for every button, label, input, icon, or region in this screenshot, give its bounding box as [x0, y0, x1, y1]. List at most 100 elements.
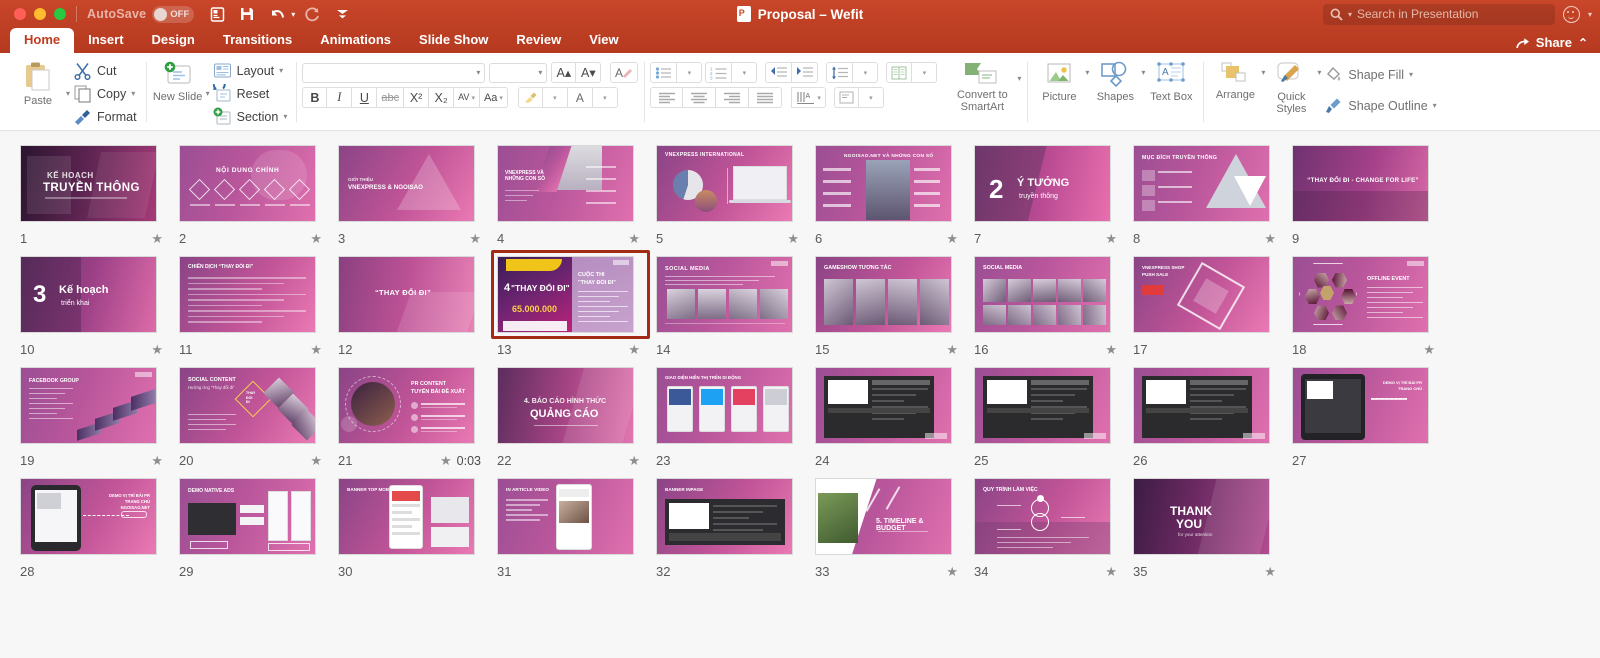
- chevron-up-icon[interactable]: ⌃: [1578, 36, 1588, 50]
- slide-cell[interactable]: SOCIAL MEDIA 14: [650, 250, 809, 359]
- slide-cell[interactable]: CHIẾN DỊCH “THAY ĐỔI ĐI” 11 ★: [173, 250, 332, 359]
- search-input[interactable]: ▾ Search in Presentation: [1322, 3, 1555, 25]
- tab-home[interactable]: Home: [10, 28, 75, 53]
- slide-thumbnail[interactable]: VNEXPRESS INTERNATIONAL: [650, 139, 809, 228]
- animation-star-icon[interactable]: ★: [440, 454, 452, 467]
- columns-caret-button[interactable]: ▾: [912, 62, 938, 83]
- autosave-control[interactable]: AutoSave OFF: [87, 5, 195, 23]
- minimize-window-button[interactable]: [34, 8, 46, 20]
- slide-thumbnail[interactable]: SOCIAL CONTENT Hưởng ứng “Thay đổi đi” T…: [173, 361, 332, 450]
- slide-preview[interactable]: GIAO DIỆN HIỂN THỊ TRÊN DI ĐỘNG: [656, 367, 793, 444]
- font-size-input[interactable]: ▾: [489, 62, 548, 83]
- reset-button[interactable]: Reset: [210, 83, 291, 104]
- slide-thumbnail[interactable]: GIỚI THIỆU VNEXPRESS & NGOISAO: [332, 139, 491, 228]
- paste-button[interactable]: Paste: [12, 58, 64, 107]
- slide-cell[interactable]: “THAY ĐỔI ĐI - CHANGE FOR LIFE” 9: [1286, 139, 1445, 248]
- animation-star-icon[interactable]: ★: [946, 343, 958, 356]
- save-icon[interactable]: [234, 3, 260, 25]
- slide-thumbnail[interactable]: NGOISAO.NET VÀ NHỮNG CON SỐ: [809, 139, 968, 228]
- slide-preview[interactable]: IN ARTICLE VIDEO: [497, 478, 634, 555]
- slide-thumbnail[interactable]: GAMESHOW TƯƠNG TÁC: [809, 250, 968, 339]
- shape-fill-caret[interactable]: ▾: [1409, 70, 1413, 79]
- tab-view[interactable]: View: [575, 28, 632, 53]
- slide-thumbnail-selected[interactable]: 4 "THAY ĐỔI ĐI" 65.000.000 CUỘC THI "THA…: [491, 250, 650, 339]
- animation-star-icon[interactable]: ★: [1105, 232, 1117, 245]
- slide-preview[interactable]: 4 "THAY ĐỔI ĐI" 65.000.000 CUỘC THI "THA…: [497, 256, 634, 333]
- slide-thumbnail[interactable]: SOCIAL MEDIA: [650, 250, 809, 339]
- text-highlight-button[interactable]: [517, 87, 543, 108]
- subscript-button[interactable]: X₂: [429, 87, 455, 108]
- slide-cell[interactable]: NỘI DUNG CHÍNH 2 ★: [173, 139, 332, 248]
- justify-button[interactable]: [749, 87, 783, 108]
- smartart-dropdown-caret[interactable]: ▾: [1017, 74, 1021, 83]
- undo-dropdown-caret[interactable]: ▾: [291, 10, 295, 19]
- slide-preview[interactable]: NỘI DUNG CHÍNH: [179, 145, 316, 222]
- slide-preview[interactable]: [815, 367, 952, 444]
- text-direction-button[interactable]: A ▾: [791, 87, 826, 108]
- slide-cell[interactable]: “THAY ĐỔI ĐI” 12: [332, 250, 491, 359]
- slide-cell[interactable]: VNEXPRESS SHOP PUSH SALE 17: [1127, 250, 1286, 359]
- slide-cell[interactable]: VNEXPRESS INTERNATIONAL 5 ★: [650, 139, 809, 248]
- italic-button[interactable]: I: [327, 87, 353, 108]
- slide-cell[interactable]: MỤC ĐÍCH TRUYỀN THÔNG 8 ★: [1127, 139, 1286, 248]
- slide-preview[interactable]: BANNER INPAGE: [656, 478, 793, 555]
- character-spacing-caret[interactable]: ▾: [471, 94, 475, 102]
- animation-star-icon[interactable]: ★: [151, 232, 163, 245]
- slide-preview[interactable]: DEMO VỊ TRÍ BÀI PR TRANG CHỦ NGOISAO.NET: [20, 478, 157, 555]
- slide-cell[interactable]: QUY TRÌNH LÀM VIỆC 34 ★: [968, 472, 1127, 581]
- animation-star-icon[interactable]: ★: [628, 232, 640, 245]
- slide-thumbnail[interactable]: [968, 361, 1127, 450]
- underline-button[interactable]: U: [352, 87, 378, 108]
- maximize-window-button[interactable]: [54, 8, 66, 20]
- slide-preview[interactable]: OFFLINE EVENT: [1292, 256, 1429, 333]
- slide-preview[interactable]: MỤC ĐÍCH TRUYỀN THÔNG: [1133, 145, 1270, 222]
- align-center-button[interactable]: [683, 87, 717, 108]
- slide-thumbnail[interactable]: BANNER TOP MOBILE: [332, 472, 491, 561]
- slide-preview[interactable]: VNEXPRESS INTERNATIONAL: [656, 145, 793, 222]
- decrease-indent-button[interactable]: [765, 62, 793, 83]
- animation-star-icon[interactable]: ★: [1264, 565, 1276, 578]
- search-dropdown-caret[interactable]: ▾: [1348, 10, 1352, 19]
- slide-preview[interactable]: 5. TIMELINE & BUDGET: [815, 478, 952, 555]
- slide-preview[interactable]: GAMESHOW TƯƠNG TÁC: [815, 256, 952, 333]
- slide-thumbnail[interactable]: “THAY ĐỔI ĐI”: [332, 250, 491, 339]
- bullets-caret-button[interactable]: ▾: [677, 62, 703, 83]
- format-painter-button[interactable]: Format: [70, 106, 140, 127]
- slide-thumbnail[interactable]: [1127, 361, 1286, 450]
- shape-fill-button[interactable]: Shape Fill ▾: [1321, 64, 1439, 85]
- cut-button[interactable]: Cut: [70, 60, 140, 81]
- font-name-input[interactable]: ▾: [302, 62, 486, 83]
- slide-cell[interactable]: GIAO DIỆN HIỂN THỊ TRÊN DI ĐỘNG 23: [650, 361, 809, 470]
- new-presentation-icon[interactable]: [204, 3, 230, 25]
- superscript-button[interactable]: X²: [404, 87, 430, 108]
- slide-thumbnail[interactable]: VNEXPRESS VÀ NHỮNG CON SỐ: [491, 139, 650, 228]
- change-case-button[interactable]: Aa ▾: [479, 87, 508, 108]
- layout-button[interactable]: Layout ▾: [210, 60, 291, 81]
- animation-star-icon[interactable]: ★: [1105, 343, 1117, 356]
- slide-preview[interactable]: QUY TRÌNH LÀM VIỆC: [974, 478, 1111, 555]
- text-highlight-caret-button[interactable]: ▾: [542, 87, 568, 108]
- slide-preview[interactable]: [1133, 367, 1270, 444]
- animation-star-icon[interactable]: ★: [151, 343, 163, 356]
- slide-preview[interactable]: FACEBOOK GROUP: [20, 367, 157, 444]
- slide-cell[interactable]: 4. BÁO CÁO HÌNH THỨC QUẢNG CÁO 22 ★: [491, 361, 650, 470]
- slide-cell[interactable]: 3 Kế hoạch triển khai 10 ★: [14, 250, 173, 359]
- animation-star-icon[interactable]: ★: [628, 454, 640, 467]
- shapes-button[interactable]: Shapes: [1089, 58, 1141, 103]
- slide-cell[interactable]: DEMO VỊ TRÍ BÀI PR TRANG CHỦ 27: [1286, 361, 1445, 470]
- font-color-button[interactable]: A: [567, 87, 593, 108]
- text-direction-caret[interactable]: ▾: [817, 94, 821, 102]
- slide-preview[interactable]: “THAY ĐỔI ĐI”: [338, 256, 475, 333]
- slide-cell[interactable]: IN ARTICLE VIDEO 31: [491, 472, 650, 581]
- font-size-caret[interactable]: ▾: [538, 68, 542, 77]
- animation-star-icon[interactable]: ★: [1264, 232, 1276, 245]
- tab-transitions[interactable]: Transitions: [209, 28, 306, 53]
- align-right-button[interactable]: [716, 87, 750, 108]
- slide-preview[interactable]: DEMO NATIVE ADS: [179, 478, 316, 555]
- animation-star-icon[interactable]: ★: [946, 232, 958, 245]
- slide-preview[interactable]: VNEXPRESS SHOP PUSH SALE: [1133, 256, 1270, 333]
- slide-thumbnail[interactable]: DEMO NATIVE ADS: [173, 472, 332, 561]
- slide-cell[interactable]: DEMO VỊ TRÍ BÀI PR TRANG CHỦ NGOISAO.NET…: [14, 472, 173, 581]
- slide-thumbnail[interactable]: CHIẾN DỊCH “THAY ĐỔI ĐI”: [173, 250, 332, 339]
- slide-preview[interactable]: PR CONTENT TUYẾN BÀI ĐỀ XUẤT: [338, 367, 475, 444]
